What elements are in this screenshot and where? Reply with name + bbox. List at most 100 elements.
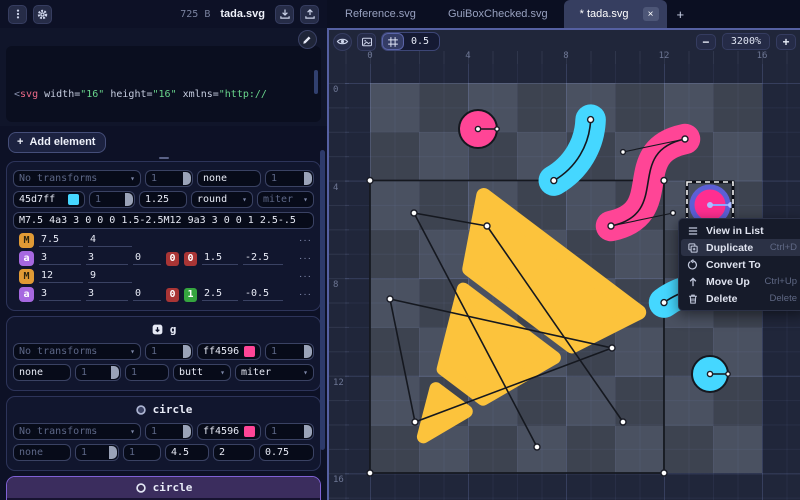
command-badge-M[interactable]: M [19,233,34,248]
fill-input[interactable]: none [13,444,71,461]
tab-reference-svg[interactable]: Reference.svg [329,0,432,28]
circle-panel-header[interactable]: circle [7,477,320,498]
path-command-row[interactable]: a 3 3 0 0 0 1.5 -2.5 ··· [19,251,312,266]
cmd-dx-input[interactable]: 2.5 [202,288,238,301]
visibility-button[interactable] [333,33,352,51]
edit-code-button[interactable] [298,30,317,49]
canvas-pane[interactable]: 0.5 − 3200% + 0481216 0481216 [327,28,800,500]
cmd-ry-input[interactable]: 3 [86,252,128,265]
new-tab-button[interactable]: + [667,0,695,28]
close-tab-button[interactable]: × [643,7,659,21]
linejoin-select[interactable]: miter▾ [257,191,314,208]
linecap-select[interactable]: butt▾ [173,364,231,381]
r-input[interactable]: 0.75 [259,444,314,461]
transform-select[interactable]: No transforms▾ [13,170,141,187]
cmd-x-input[interactable]: 7.5 [39,234,83,247]
cone-shape[interactable] [346,196,639,496]
snap-grid-button[interactable] [382,33,404,50]
large-arc-flag[interactable]: 0 [166,252,179,266]
sweep-flag[interactable]: 1 [184,288,197,302]
fill-none-swatch[interactable] [54,447,65,458]
transform-select[interactable]: No transforms▾ [13,423,141,440]
fill-opacity-input[interactable]: 1 [75,364,121,381]
circle-element-panel[interactable]: circle No transforms▾ 1 ff4596 1 none 1 … [6,396,321,471]
add-element-button[interactable]: +Add element [8,132,106,153]
linecap-select[interactable]: round▾ [191,191,253,208]
menu-item-move-up[interactable]: Move Up Ctrl+Up [681,273,800,290]
download-button[interactable] [275,5,294,24]
command-badge-a[interactable]: a [19,251,34,266]
tab-guiboxchecked-svg[interactable]: GuiBoxChecked.svg [432,0,564,28]
stroke-color-swatch[interactable] [244,426,255,437]
cmd-rx-input[interactable]: 3 [39,252,81,265]
cmd-rot-input[interactable]: 0 [133,288,161,301]
fill-none-swatch[interactable] [244,173,255,184]
row-more-button[interactable]: ··· [299,253,312,264]
cmd-ry-input[interactable]: 3 [86,288,128,301]
circle-element-panel-selected[interactable]: circle No transforms▾ 1 ff4596 1 none 1 … [6,476,321,500]
stroke-color-input[interactable]: ff4596 [197,343,261,360]
row-more-button[interactable]: ··· [299,271,312,282]
cmd-x-input[interactable]: 12 [39,270,83,283]
upload-button[interactable] [300,5,319,24]
code-scrollbar[interactable] [314,70,318,94]
large-arc-flag[interactable]: 0 [166,288,179,302]
menu-item-convert-to[interactable]: Convert To [681,256,800,273]
path-command-row[interactable]: a 3 3 0 0 1 2.5 -0.5 ··· [19,287,312,302]
stroke-width-input[interactable]: 1.25 [139,191,187,208]
fill-input[interactable]: none [197,170,261,187]
cmd-dy-input[interactable]: -2.5 [243,252,283,265]
stroke-opacity-input[interactable]: 1 [265,343,314,360]
circle-panel-header[interactable]: circle [11,401,316,419]
linejoin-select[interactable]: miter▾ [235,364,314,381]
menu-item-delete[interactable]: Delete Delete [681,290,800,307]
path-command-row[interactable]: M 12 9 ··· [19,269,312,284]
stroke-opacity-input[interactable]: 1 [265,423,314,440]
opacity-input[interactable]: 1 [145,423,193,440]
stroke-width-input[interactable]: 1 [125,364,169,381]
cmd-dy-input[interactable]: -0.5 [243,288,283,301]
stroke-color-input[interactable]: ff4596 [197,423,261,440]
row-more-button[interactable]: ··· [299,235,312,246]
group-element-panel[interactable]: g No transforms▾ 1 ff4596 1 none 1 1 but… [6,316,321,391]
code-text[interactable]: <svg width="16" height="16" xmlns="http:… [6,46,321,122]
zoom-in-button[interactable]: + [776,34,796,50]
menu-item-duplicate[interactable]: Duplicate Ctrl+D [681,239,800,256]
command-badge-a[interactable]: a [19,287,34,302]
zoom-level[interactable]: 3200% [722,33,770,50]
stroke-opacity-input[interactable]: 1 [89,191,135,208]
command-badge-M[interactable]: M [19,269,34,284]
path-command-row[interactable]: M 7.5 4 ··· [19,233,312,248]
fill-none-swatch[interactable] [54,367,65,378]
fill-input[interactable]: none [13,364,71,381]
image-overlay-button[interactable] [357,33,376,51]
fill-opacity-input[interactable]: 1 [265,170,314,187]
stroke-width-input[interactable]: 1 [123,444,161,461]
cmd-y-input[interactable]: 4 [88,234,132,247]
stroke-color-swatch[interactable] [68,194,79,205]
cmd-rx-input[interactable]: 3 [39,288,81,301]
zoom-out-button[interactable]: − [696,34,716,50]
cmd-y-input[interactable]: 9 [88,270,132,283]
tab-tada-svg-active[interactable]: * tada.svg × [564,0,667,28]
grid-size-input[interactable]: 0.5 [404,36,439,47]
opacity-input[interactable]: 1 [145,170,193,187]
collapse-handle[interactable] [159,157,169,159]
fill-opacity-input[interactable]: 1 [75,444,119,461]
cmd-dx-input[interactable]: 1.5 [202,252,238,265]
path-element-panel[interactable]: No transforms▾ 1 none 1 45d7ff 1 1.25 ro… [6,161,321,311]
cy-input[interactable]: 2 [213,444,255,461]
opacity-input[interactable]: 1 [145,343,193,360]
transform-select[interactable]: No transforms▾ [13,343,141,360]
menu-item-view-in-list[interactable]: View in List [681,222,800,239]
cmd-rot-input[interactable]: 0 [133,252,161,265]
settings-button[interactable] [33,5,52,24]
path-d-input[interactable]: M7.5 4a3 3 0 0 0 1.5-2.5M12 9a3 3 0 0 1 … [13,212,314,229]
code-editor[interactable]: <svg width="16" height="16" xmlns="http:… [0,28,327,126]
group-panel-header[interactable]: g [11,321,316,339]
panel-scrollbar[interactable] [320,150,325,450]
cyan-stroke-path[interactable] [554,120,591,181]
overflow-menu-button[interactable] [8,5,27,24]
sweep-flag[interactable]: 0 [184,252,197,266]
stroke-color-swatch[interactable] [244,346,255,357]
